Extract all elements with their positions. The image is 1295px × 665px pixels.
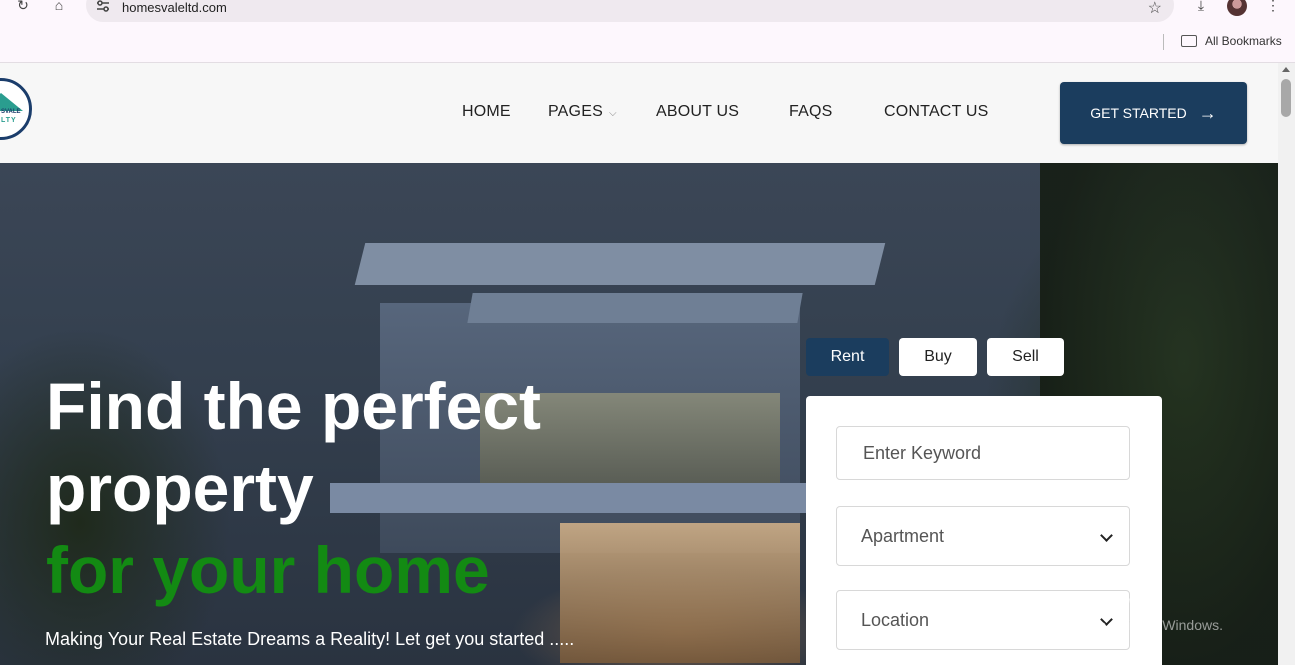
keyword-field[interactable] — [836, 426, 1130, 480]
nav-contact-us[interactable]: CONTACT US — [884, 103, 989, 121]
tab-rent[interactable]: Rent — [806, 338, 889, 376]
browser-chrome: ↻ ⌂ homesvaleltd.com ☆ ⤓ ⋮ All Bookmarks — [0, 0, 1295, 63]
property-type-select[interactable]: Apartment — [836, 506, 1130, 566]
all-bookmarks-label: All Bookmarks — [1205, 34, 1282, 48]
hero-house-roof — [354, 243, 886, 285]
profile-avatar[interactable] — [1227, 0, 1247, 16]
property-type-value: Apartment — [861, 525, 945, 546]
scroll-up-icon[interactable] — [1282, 67, 1290, 72]
chevron-down-icon — [1100, 529, 1113, 542]
page-scrollbar[interactable] — [1278, 63, 1295, 665]
nav-pages-label: PAGES — [548, 103, 603, 120]
hero-subtitle: Making Your Real Estate Dreams a Reality… — [45, 629, 575, 649]
search-tabs: Rent Buy Sell — [806, 338, 1064, 376]
hero-title-line2: property — [46, 451, 314, 525]
tab-buy[interactable]: Buy — [899, 338, 977, 376]
url-text[interactable]: homesvaleltd.com — [122, 0, 227, 15]
keyword-input[interactable] — [861, 441, 1105, 465]
hero-house-lower-glass — [560, 523, 800, 663]
nav-about-us[interactable]: ABOUT US — [656, 103, 739, 121]
activate-windows-watermark: Activate Windows Go to Settings to activ… — [1002, 593, 1223, 633]
logo-text-bottom: LTY — [1, 117, 17, 124]
hero-section: Find the perfect property for your home … — [0, 163, 1278, 665]
nav-faqs[interactable]: FAQS — [789, 103, 832, 121]
hero-title-line1: Find the perfect — [46, 369, 542, 443]
watermark-line2: Go to Settings to activate Windows. — [1002, 617, 1223, 633]
chevron-down-icon: ⌵ — [608, 108, 617, 119]
address-bar[interactable]: homesvaleltd.com ☆ — [86, 0, 1174, 22]
menu-kebab-icon[interactable]: ⋮ — [1262, 0, 1284, 16]
all-bookmarks-button[interactable]: All Bookmarks — [1181, 34, 1282, 48]
hero-title: Find the perfect property for your home — [46, 365, 541, 611]
site-header: SVALE LTY HOME PAGES ⌵ ABOUT US FAQS CONT… — [0, 63, 1278, 163]
get-started-label: GET STARTED — [1090, 105, 1187, 121]
home-icon[interactable]: ⌂ — [48, 0, 70, 16]
download-icon[interactable]: ⤓ — [1190, 0, 1212, 16]
bookmark-star-icon[interactable]: ☆ — [1148, 0, 1162, 18]
arrow-right-icon: → — [1198, 102, 1217, 123]
hero-house-upper-roof — [467, 293, 803, 323]
location-value: Location — [861, 609, 930, 630]
watermark-line1: Activate Windows — [1002, 593, 1152, 614]
hero-title-accent: for your home — [46, 533, 490, 607]
reload-icon[interactable]: ↻ — [12, 0, 34, 16]
logo-text-top: SVALE — [1, 109, 21, 115]
nav-pages[interactable]: PAGES ⌵ — [548, 103, 617, 121]
nav-home[interactable]: HOME — [462, 103, 511, 121]
bookmarks-divider — [1163, 34, 1164, 50]
folder-icon — [1181, 35, 1197, 47]
site-info-icon[interactable] — [96, 0, 110, 12]
tab-sell[interactable]: Sell — [987, 338, 1064, 376]
site-logo[interactable]: SVALE LTY — [0, 78, 32, 140]
scrollbar-thumb[interactable] — [1281, 79, 1291, 117]
get-started-button[interactable]: GET STARTED → — [1060, 82, 1247, 144]
